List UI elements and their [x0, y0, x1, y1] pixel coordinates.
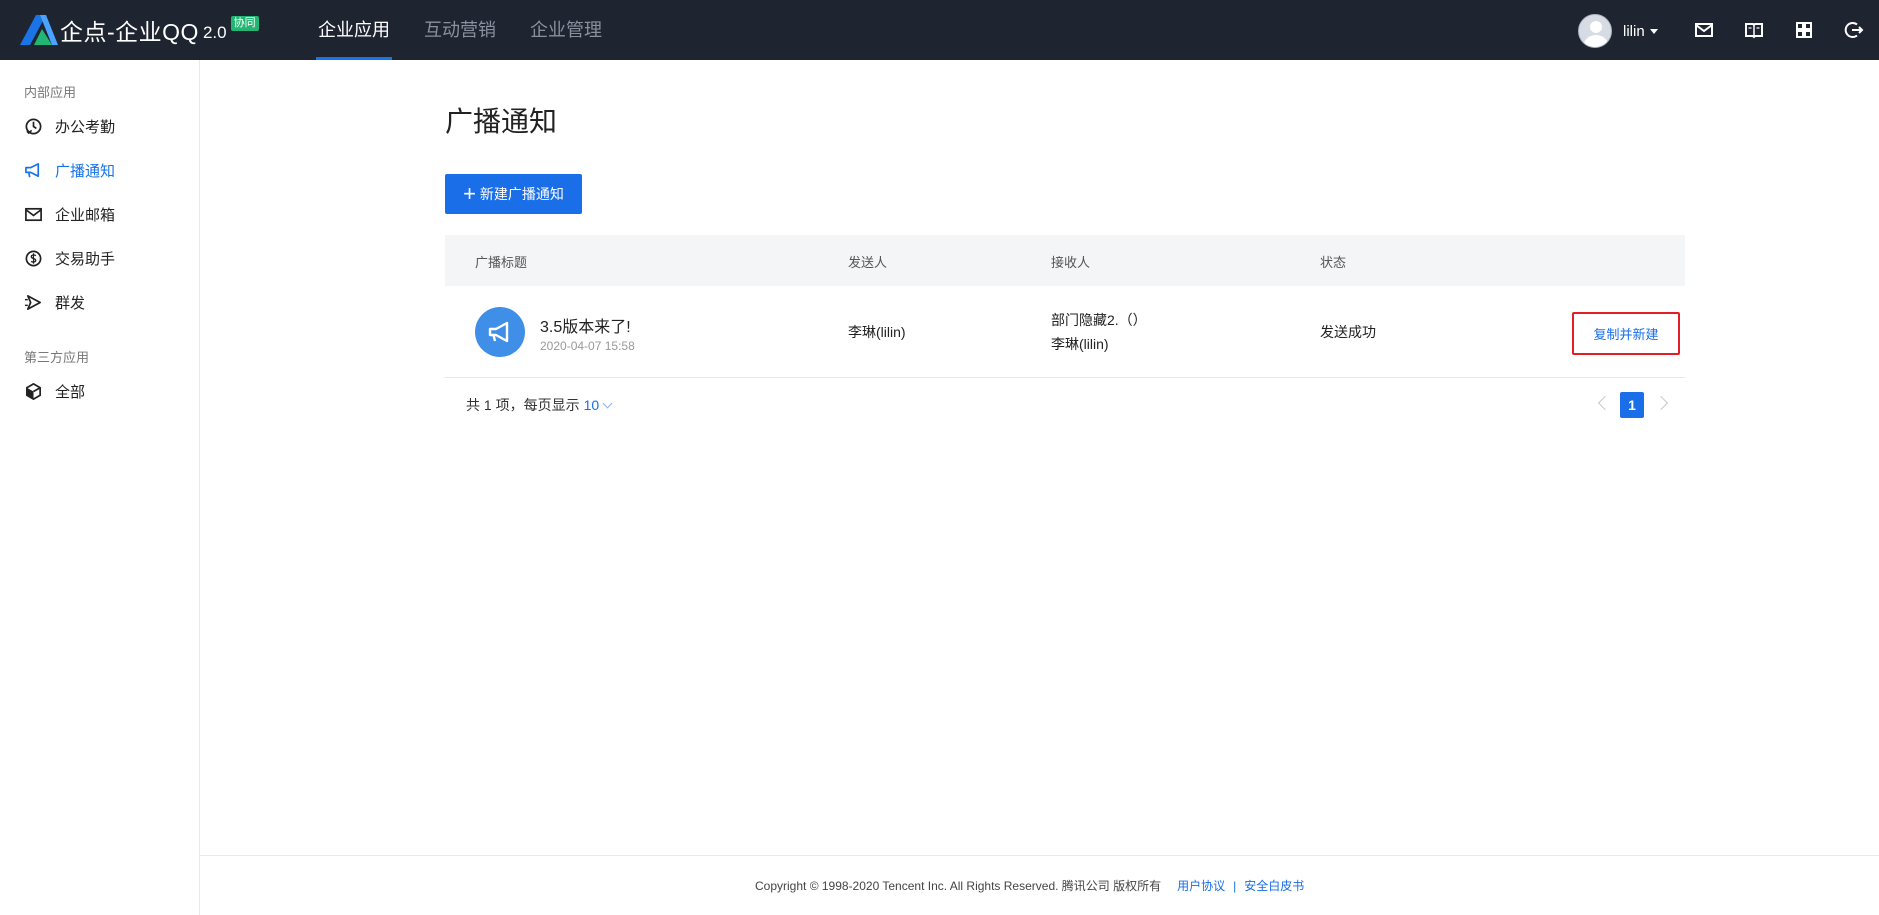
status-cell: 发送成功 — [1320, 324, 1376, 340]
header-title: 广播标题 — [475, 255, 528, 270]
sidebar-item-label: 群发 — [55, 294, 86, 312]
sidebar-item-mass-send[interactable]: 群发 — [24, 290, 85, 314]
megaphone-icon — [475, 307, 525, 357]
sidebar-item-all[interactable]: 全部 — [24, 379, 85, 403]
copyright-text: Copyright © 1998-2020 Tencent Inc. All R… — [755, 879, 1162, 893]
sender-cell: 李琳(lilin) — [848, 324, 906, 340]
sidebar-item-trade-assistant[interactable]: 交易助手 — [24, 246, 115, 270]
nav-tab-enterprise-management[interactable]: 企业管理 — [530, 0, 602, 60]
total-text: 共 1 项，每页显示 — [466, 397, 580, 413]
logo-badge: 协同 — [230, 15, 259, 31]
grid-apps-icon[interactable] — [1794, 20, 1814, 40]
mail-icon[interactable] — [1694, 20, 1714, 40]
app-logo[interactable]: 企点-企业QQ 2.0 协同 — [20, 14, 259, 46]
broadcast-title[interactable]: 3.5版本来了! — [540, 313, 631, 337]
broadcast-table: 广播标题 发送人 接收人 状态 3.5版本来了! 2020-04-07 15:5… — [445, 235, 1685, 378]
book-icon[interactable] — [1744, 20, 1764, 40]
nav-tab-interactive-marketing[interactable]: 互动营销 — [424, 0, 496, 60]
footer-content: Copyright © 1998-2020 Tencent Inc. All R… — [755, 877, 1304, 894]
header-receiver: 接收人 — [1051, 255, 1091, 270]
next-page-icon[interactable] — [1653, 395, 1669, 411]
sidebar-item-mail[interactable]: 企业邮箱 — [24, 202, 115, 226]
footer-separator: | — [1233, 878, 1237, 893]
logo-mark-icon — [20, 15, 58, 45]
top-nav: 企业应用 互动营销 企业管理 — [316, 0, 636, 60]
receiver-line-1: 部门隐藏2.（） — [1051, 312, 1147, 328]
broadcast-time: 2020-04-07 15:58 — [540, 339, 635, 353]
logout-icon[interactable] — [1844, 20, 1864, 40]
sidebar-item-label: 广播通知 — [55, 162, 116, 180]
sidebar: 内部应用 办公考勤 广播通知 企业邮箱 交易助手 群发 第三方应用 全部 — [0, 60, 200, 915]
chevron-down-icon — [602, 398, 613, 408]
page-number-current[interactable]: 1 — [1620, 392, 1644, 418]
megaphone-icon — [25, 162, 40, 177]
plus-icon: + — [463, 181, 476, 206]
security-whitepaper-link[interactable]: 安全白皮书 — [1244, 877, 1304, 894]
sidebar-item-label: 企业邮箱 — [55, 206, 116, 224]
receiver-line-2: 李琳(lilin) — [1051, 336, 1109, 352]
pagination: 共 1 项，每页显示 10 1 — [445, 392, 1685, 418]
page-size-select[interactable]: 10 — [583, 397, 613, 413]
user-agreement-link[interactable]: 用户协议 — [1177, 877, 1225, 894]
top-bar: 企点-企业QQ 2.0 协同 企业应用 互动营销 企业管理 lilin — [0, 0, 1879, 60]
sidebar-item-attendance[interactable]: 办公考勤 — [24, 114, 115, 138]
new-broadcast-label: 新建广播通知 — [479, 186, 564, 202]
cube-icon — [25, 382, 42, 400]
header-status: 状态 — [1320, 255, 1347, 270]
sidebar-item-label: 全部 — [55, 383, 86, 401]
page-size-value: 10 — [583, 397, 600, 413]
nav-tab-enterprise-apps[interactable]: 企业应用 — [316, 0, 392, 60]
mail-icon — [25, 207, 42, 221]
username: lilin — [1623, 22, 1645, 40]
sidebar-item-label: 交易助手 — [55, 250, 116, 268]
avatar — [1578, 14, 1612, 48]
user-menu[interactable]: lilin — [1578, 14, 1658, 48]
header-sender: 发送人 — [848, 255, 888, 270]
prev-page-icon[interactable] — [1597, 395, 1613, 411]
sidebar-item-label: 办公考勤 — [55, 118, 116, 136]
clock-check-icon — [25, 118, 42, 134]
copy-and-create-button[interactable]: 复制并新建 — [1572, 312, 1680, 355]
send-icon — [24, 294, 42, 310]
logo-text: 企点-企业QQ — [60, 19, 199, 45]
sidebar-item-broadcast[interactable]: 广播通知 — [24, 158, 115, 182]
total-count: 共 1 项，每页显示 10 — [466, 395, 613, 415]
page-title: 广播通知 — [445, 106, 558, 137]
logo-version: 2.0 — [202, 23, 227, 42]
table-header: 广播标题 发送人 接收人 状态 — [445, 235, 1685, 286]
currency-icon — [25, 250, 42, 266]
footer: Copyright © 1998-2020 Tencent Inc. All R… — [200, 855, 1879, 915]
table-row: 3.5版本来了! 2020-04-07 15:58 李琳(lilin) 部门隐藏… — [445, 286, 1685, 378]
new-broadcast-button[interactable]: + 新建广播通知 — [445, 174, 582, 214]
caret-down-icon — [1649, 28, 1658, 34]
sidebar-group-third-party: 第三方应用 — [24, 350, 90, 365]
sidebar-group-internal: 内部应用 — [24, 85, 77, 100]
